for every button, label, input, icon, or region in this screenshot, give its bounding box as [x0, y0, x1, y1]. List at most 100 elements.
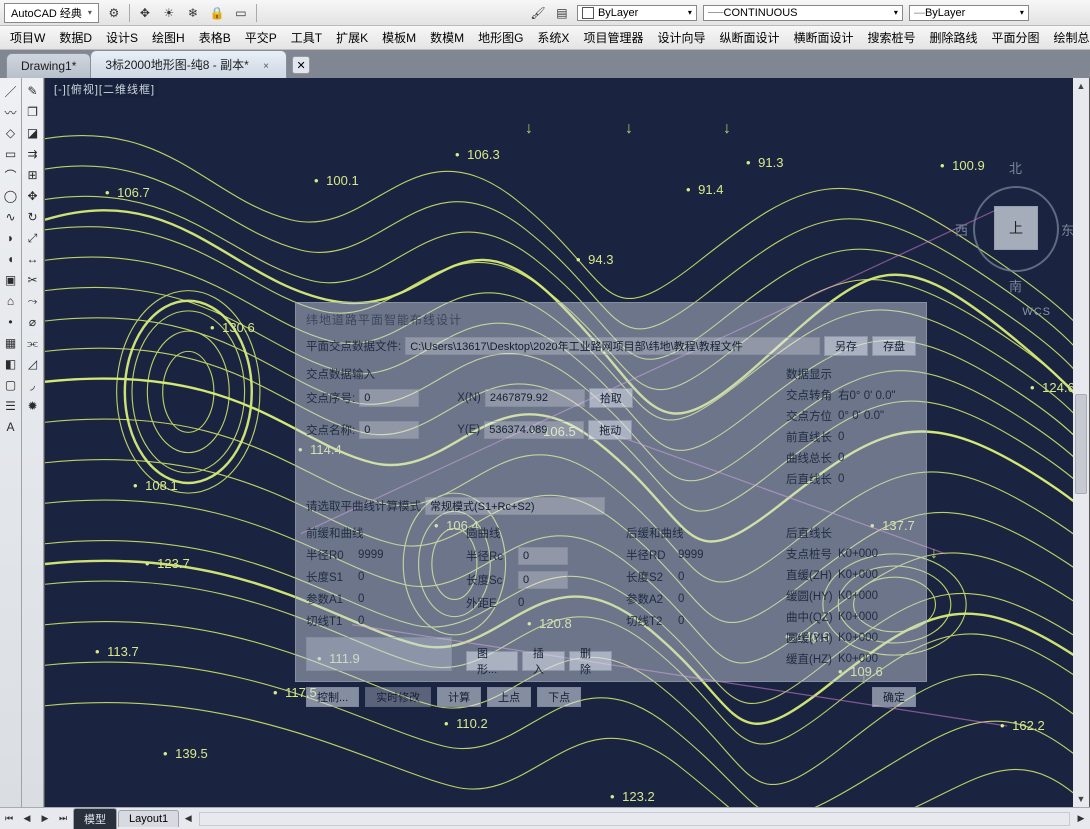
ellipse-arc-icon[interactable]: ◖ — [2, 250, 20, 268]
move-button[interactable]: 拖动 — [588, 420, 632, 440]
menu-item[interactable]: 表格B — [193, 27, 237, 48]
vertical-scrollbar[interactable]: ▲ ▼ — [1073, 78, 1089, 807]
offset-icon[interactable]: ⇉ — [24, 145, 42, 163]
menu-item[interactable]: 设计向导 — [651, 27, 711, 48]
tab-active[interactable]: 3标2000地形图-纯8 - 副本* × — [90, 50, 287, 78]
menu-item[interactable]: 工具T — [285, 27, 328, 48]
settings-icon[interactable]: ⚙ — [105, 4, 123, 22]
tab-model[interactable]: 模型 — [73, 808, 117, 829]
menu-item[interactable]: 纵断面设计 — [713, 27, 785, 48]
light-icon[interactable]: ☀ — [160, 4, 178, 22]
nav-first-icon[interactable]: ⏮ — [1, 811, 17, 827]
nav-prev-icon[interactable]: ◀ — [19, 811, 35, 827]
trim-icon[interactable]: ✂ — [24, 271, 42, 289]
color-icon[interactable]: ▭ — [232, 4, 250, 22]
alignment-dialog[interactable]: 纬地道路平面智能布线设计 平面交点数据文件: C:\Users\13617\De… — [295, 302, 927, 682]
view-label[interactable]: [-][俯视][二维线框] — [51, 80, 158, 98]
pan-icon[interactable]: ✥ — [136, 4, 154, 22]
next-button[interactable]: 下点 — [537, 687, 581, 707]
menu-item[interactable]: 搜索桩号 — [862, 27, 922, 48]
jd-no-field[interactable]: 0 — [359, 389, 419, 407]
horizontal-scrollbar[interactable]: ◀ ▶ — [179, 811, 1090, 827]
calc-mode-combo[interactable]: 常规模式(S1+Rc+S2) — [425, 497, 605, 515]
circle-icon[interactable]: ◯ — [2, 187, 20, 205]
menu-item[interactable]: 横断面设计 — [787, 27, 859, 48]
menu-item[interactable]: 绘图H — [146, 27, 191, 48]
hscroll-track[interactable] — [199, 812, 1070, 826]
file-field[interactable]: C:\Users\13617\Desktop\2020年工业路网项目部\纬地\教… — [405, 337, 820, 355]
match-icon[interactable]: 🖌 — [529, 4, 547, 22]
menu-item[interactable]: 删除路线 — [924, 27, 984, 48]
menu-item[interactable]: 项目W — [4, 27, 51, 48]
jd-name-field[interactable]: 0 — [359, 421, 419, 439]
menu-item[interactable]: 系统X — [531, 27, 575, 48]
move-icon[interactable]: ✥ — [24, 187, 42, 205]
linetype-combo[interactable]: ── CONTINUOUS — [703, 5, 903, 21]
pick-button[interactable]: 拾取 — [589, 388, 633, 408]
ellipse-icon[interactable]: ◗ — [2, 229, 20, 247]
table-icon[interactable]: ☰ — [2, 397, 20, 415]
rectangle-icon[interactable]: ▭ — [2, 145, 20, 163]
tab-layout1[interactable]: Layout1 — [118, 810, 179, 827]
insert-button[interactable]: 插入 — [522, 651, 565, 671]
copy-icon[interactable]: ❐ — [24, 103, 42, 121]
delete-button[interactable]: 删除 — [569, 651, 612, 671]
new-tab-button[interactable]: ✕ — [292, 56, 310, 74]
x-field[interactable]: 2467879.92 — [485, 389, 585, 407]
nav-last-icon[interactable]: ⏭ — [55, 811, 71, 827]
extend-icon[interactable]: ⤳ — [24, 292, 42, 310]
block-icon[interactable]: ▣ — [2, 271, 20, 289]
array-icon[interactable]: ⊞ — [24, 166, 42, 184]
freeze-icon[interactable]: ❄ — [184, 4, 202, 22]
break-icon[interactable]: ⌀ — [24, 313, 42, 331]
arc-icon[interactable]: ⌒ — [2, 166, 20, 184]
menu-item[interactable]: 平面分图 — [986, 27, 1046, 48]
lineweight-combo[interactable]: — ByLayer — [909, 5, 1029, 21]
menu-item[interactable]: 数模M — [424, 27, 470, 48]
hscroll-right-icon[interactable]: ▶ — [1073, 811, 1089, 827]
mirror-icon[interactable]: ◪ — [24, 124, 42, 142]
scroll-thumb[interactable] — [1075, 394, 1087, 494]
menu-item[interactable]: 设计S — [100, 27, 144, 48]
menu-item[interactable]: 地形图G — [472, 27, 529, 48]
y-field[interactable]: 536374.089 — [484, 421, 584, 439]
wcs-label[interactable]: WCS — [1022, 306, 1051, 318]
graph-button[interactable]: 图形... — [466, 651, 518, 671]
rc-field[interactable]: 0 — [518, 547, 568, 565]
text-icon[interactable]: A — [2, 418, 20, 436]
polygon-icon[interactable]: ◇ — [2, 124, 20, 142]
ok-button[interactable]: 确定 — [872, 687, 916, 707]
calc-button[interactable]: 计算 — [437, 687, 481, 707]
sc-field[interactable]: 0 — [518, 571, 568, 589]
scroll-down-icon[interactable]: ▼ — [1073, 791, 1089, 807]
props-icon[interactable]: ▤ — [553, 4, 571, 22]
menu-item[interactable]: 项目管理器 — [577, 27, 649, 48]
line-icon[interactable]: ／ — [2, 82, 20, 100]
stretch-icon[interactable]: ↔ — [24, 250, 42, 268]
workspace-selector[interactable]: AutoCAD 经典 — [4, 3, 99, 23]
save-button[interactable]: 存盘 — [872, 336, 916, 356]
menu-item[interactable]: 绘制总 — [1048, 27, 1090, 48]
hatch-icon[interactable]: ▦ — [2, 334, 20, 352]
menu-item[interactable]: 扩展K — [330, 27, 374, 48]
drawing-canvas[interactable]: [-][俯视][二维线框] — [44, 78, 1090, 807]
menu-item[interactable]: 数据D — [53, 27, 98, 48]
menu-item[interactable]: 平交P — [239, 27, 283, 48]
hscroll-left-icon[interactable]: ◀ — [180, 811, 196, 827]
join-icon[interactable]: ⫘ — [24, 334, 42, 352]
prev-button[interactable]: 上点 — [487, 687, 531, 707]
rotate-icon[interactable]: ↻ — [24, 208, 42, 226]
chamfer-icon[interactable]: ◿ — [24, 355, 42, 373]
control-button[interactable]: 控制... — [306, 687, 359, 707]
region-icon[interactable]: ▢ — [2, 376, 20, 394]
gradient-icon[interactable]: ◧ — [2, 355, 20, 373]
scroll-track[interactable] — [1073, 94, 1089, 791]
realtime-button[interactable]: 实时修改 — [365, 687, 431, 707]
browse-button[interactable]: 另存 — [824, 336, 868, 356]
point-icon[interactable]: • — [2, 313, 20, 331]
scroll-up-icon[interactable]: ▲ — [1073, 78, 1089, 94]
insert-icon[interactable]: ⌂ — [2, 292, 20, 310]
menu-item[interactable]: 模板M — [376, 27, 422, 48]
close-icon[interactable]: × — [260, 61, 272, 73]
nav-next-icon[interactable]: ▶ — [37, 811, 53, 827]
